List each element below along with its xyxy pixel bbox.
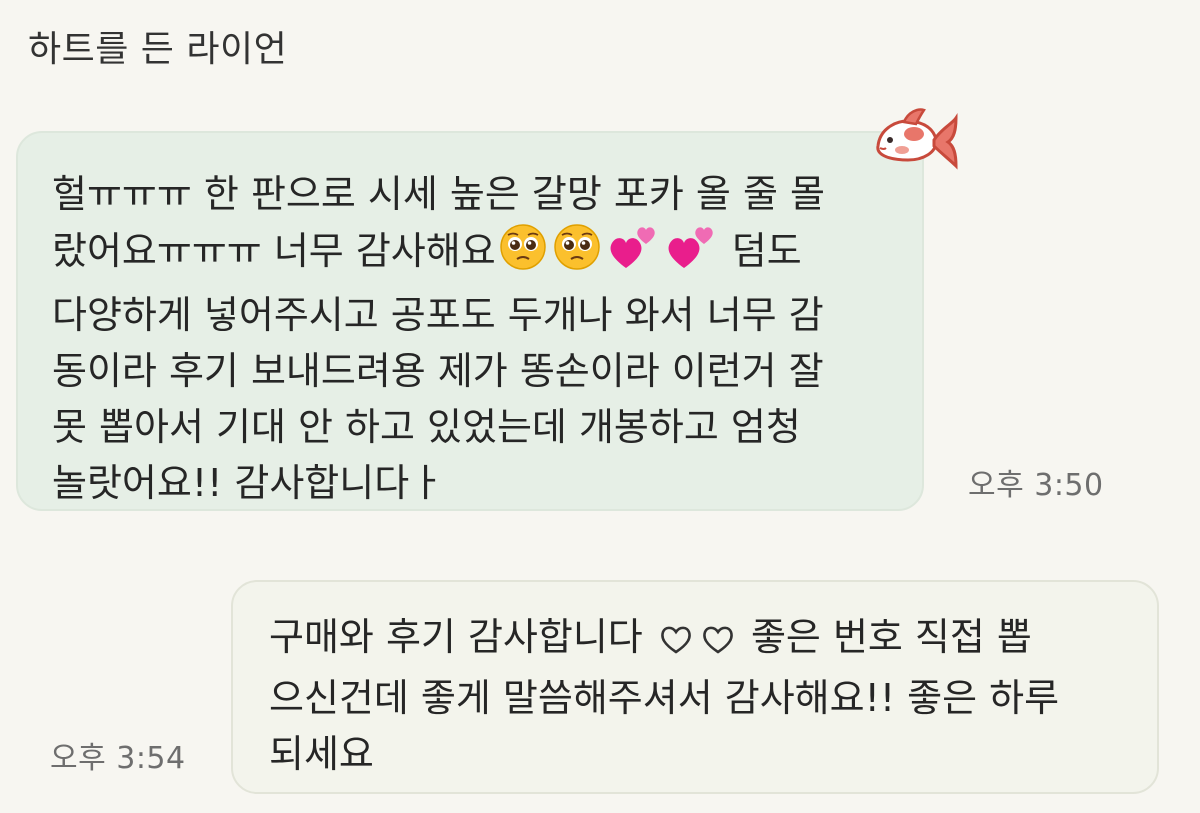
message-time: 오후 3:50 xyxy=(968,468,1104,503)
sender-name: 하트를 든 라이언 xyxy=(28,29,288,70)
pleading-face-icon xyxy=(498,222,548,287)
heart-outline-icon xyxy=(701,614,735,670)
two-hearts-icon xyxy=(606,222,660,287)
goldfish-sticker-icon xyxy=(864,100,960,174)
heart-outline-icon xyxy=(659,614,693,670)
pleading-face-icon xyxy=(552,222,602,287)
incoming-message-bubble[interactable]: 헐ㅠㅠㅠ 한 판으로 시세 높은 갈망 포카 올 줄 몰 랐어요ㅠㅠㅠ 너무 감… xyxy=(16,131,924,511)
outgoing-message-bubble[interactable]: 구매와 후기 감사합니다 좋은 번호 직접 뽑 으신건데 좋게 말씀해주셔서 감… xyxy=(231,580,1159,794)
message-time: 오후 3:54 xyxy=(50,741,186,776)
two-hearts-icon xyxy=(664,222,718,287)
message-text: 구매와 후기 감사합니다 xyxy=(269,615,643,659)
